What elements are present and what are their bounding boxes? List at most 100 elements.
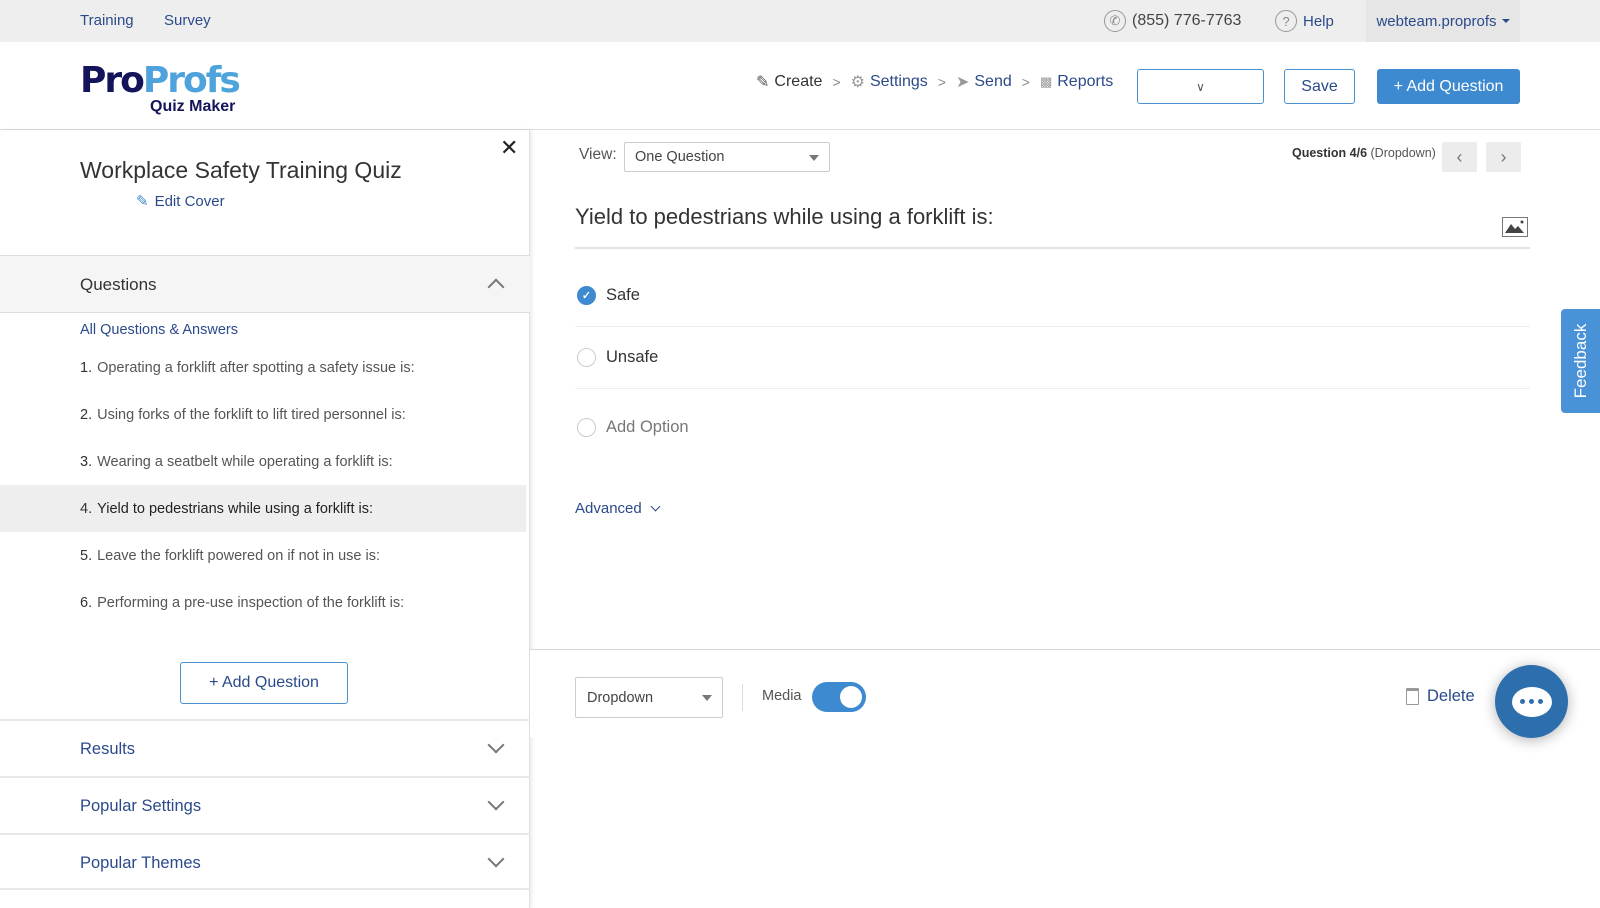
step-send[interactable]: ➤ Send [956, 72, 1012, 92]
bar-chart-icon: ▩ [1039, 74, 1053, 89]
step-settings[interactable]: ⚙ Settings [851, 72, 928, 92]
question-list-item[interactable]: 3. Wearing a seatbelt while operating a … [0, 438, 526, 485]
step-label: Create [774, 73, 823, 90]
popular-settings-section[interactable]: Popular Settings [0, 776, 530, 833]
chat-widget-button[interactable] [1495, 665, 1568, 738]
question-list: 1. Operating a forklift after spotting a… [0, 344, 526, 626]
chevron-right-icon: > [937, 74, 946, 90]
question-number: 3. [80, 453, 93, 470]
chevron-down-icon [487, 793, 505, 811]
question-text[interactable]: Yield to pedestrians while using a forkl… [575, 204, 994, 230]
phone-contact: ✆ (855) 776-7763 [1104, 10, 1241, 32]
question-list-item[interactable]: 1. Operating a forklift after spotting a… [0, 344, 526, 391]
advanced-toggle[interactable]: Advanced [575, 500, 661, 517]
feedback-label: Feedback [1570, 323, 1590, 399]
save-button[interactable]: Save [1284, 69, 1355, 104]
view-label: View: [579, 146, 617, 163]
survey-link[interactable]: Survey [164, 12, 211, 29]
advanced-label: Advanced [575, 500, 642, 517]
help-link[interactable]: ? Help [1275, 10, 1334, 32]
chat-icon [1511, 686, 1552, 717]
question-number: 2. [80, 406, 93, 423]
add-question-button[interactable]: + Add Question [1377, 69, 1520, 104]
image-icon[interactable] [1502, 217, 1528, 237]
top-bar: Training Survey ✆ (855) 776-7763 ? Help … [0, 0, 1600, 42]
account-menu[interactable]: webteam.proprofs [1366, 0, 1520, 42]
chevron-right-icon: › [1500, 146, 1507, 167]
question-underline [575, 247, 1530, 249]
question-type-value: Dropdown [587, 689, 654, 706]
results-section[interactable]: Results [0, 719, 530, 776]
question-list-item[interactable]: 6. Performing a pre-use inspection of th… [0, 579, 526, 626]
divider [742, 684, 743, 711]
dropdown-arrow-icon [702, 695, 712, 701]
question-list-item[interactable]: 2. Using forks of the forklift to lift t… [0, 391, 526, 438]
step-label: Send [974, 73, 1012, 90]
header: ProProfs Quiz Maker ✎ Create > ⚙ Setting… [0, 42, 1600, 130]
prev-question-button[interactable]: ‹ [1442, 142, 1477, 172]
delete-question-button[interactable]: Delete [1406, 687, 1475, 706]
question-list-item-active[interactable]: 4. Yield to pedestrians while using a fo… [0, 485, 526, 532]
question-type-select[interactable]: Dropdown [575, 677, 723, 718]
media-label: Media [762, 688, 802, 704]
toggle-knob [840, 686, 862, 708]
trash-icon [1406, 688, 1419, 705]
chevron-down-icon: ∨ [1196, 79, 1205, 94]
step-create[interactable]: ✎ Create [756, 72, 822, 92]
section-label: Popular Settings [80, 797, 202, 815]
delete-label: Delete [1427, 687, 1475, 705]
step-reports[interactable]: ▩ Reports [1040, 73, 1113, 91]
next-question-button[interactable]: › [1486, 142, 1521, 172]
close-icon[interactable]: ✕ [500, 135, 518, 161]
paper-plane-icon: ➤ [955, 74, 970, 91]
question-title: Wearing a seatbelt while operating a for… [97, 453, 393, 470]
dropdown-arrow-icon [809, 155, 819, 161]
question-title: Performing a pre-use inspection of the f… [97, 594, 405, 611]
phone-icon: ✆ [1104, 10, 1126, 32]
chevron-left-icon: ‹ [1456, 146, 1463, 167]
chevron-down-icon [650, 501, 661, 512]
question-list-item[interactable]: 5. Leave the forklift powered on if not … [0, 532, 526, 579]
preview-dropdown-button[interactable]: ∨ [1138, 80, 1263, 94]
pencil-icon: ✎ [136, 193, 149, 210]
sidebar-add-question-button[interactable]: + Add Question [180, 662, 348, 704]
checkmark-icon[interactable]: ✓ [577, 286, 596, 305]
question-number: 6. [80, 594, 93, 611]
gear-icon: ⚙ [850, 74, 865, 91]
radio-icon[interactable] [577, 348, 596, 367]
add-option[interactable]: Add Option [575, 396, 1530, 458]
chevron-down-icon [487, 850, 505, 868]
help-icon: ? [1275, 10, 1297, 32]
question-counter: Question 4/6 (Dropdown) [1292, 146, 1436, 160]
question-footer: Dropdown Media Delete [530, 649, 1600, 737]
answer-option[interactable]: Unsafe [575, 327, 1530, 389]
view-select[interactable]: One Question [624, 142, 830, 172]
question-type-note: (Dropdown) [1370, 146, 1436, 160]
logo-profs: Profs [142, 60, 241, 101]
question-number: 5. [80, 547, 93, 564]
popular-themes-section[interactable]: Popular Themes [0, 833, 530, 890]
caret-down-icon [1501, 19, 1510, 23]
step-label: Reports [1057, 73, 1114, 90]
proprofs-logo[interactable]: ProProfs Quiz Maker [80, 60, 241, 115]
all-questions-answers-link[interactable]: All Questions & Answers [80, 322, 238, 338]
phone-number: (855) 776-7763 [1132, 12, 1242, 29]
media-toggle[interactable] [812, 682, 866, 712]
logo-pro: Pro [80, 60, 145, 101]
section-label: Results [80, 740, 136, 758]
training-link[interactable]: Training [80, 12, 134, 29]
workflow-steps: ✎ Create > ⚙ Settings > ➤ Send > ▩ Repor… [756, 72, 1113, 92]
question-number: 4. [80, 500, 93, 517]
option-text[interactable]: Safe [606, 286, 640, 305]
edit-cover-link[interactable]: ✎ Edit Cover [136, 192, 225, 211]
account-name: webteam.proprofs [1376, 12, 1497, 30]
logo-subtitle: Quiz Maker [150, 98, 236, 115]
option-text[interactable]: Unsafe [606, 348, 658, 367]
question-count: Question 4/6 [1292, 146, 1368, 160]
feedback-tab[interactable]: Feedback [1561, 309, 1600, 413]
quiz-title: Workplace Safety Training Quiz [80, 157, 402, 183]
questions-section-header[interactable]: Questions [0, 255, 530, 313]
help-label: Help [1303, 12, 1334, 30]
answer-option[interactable]: ✓ Safe [575, 265, 1530, 327]
chevron-right-icon: > [1021, 74, 1030, 90]
